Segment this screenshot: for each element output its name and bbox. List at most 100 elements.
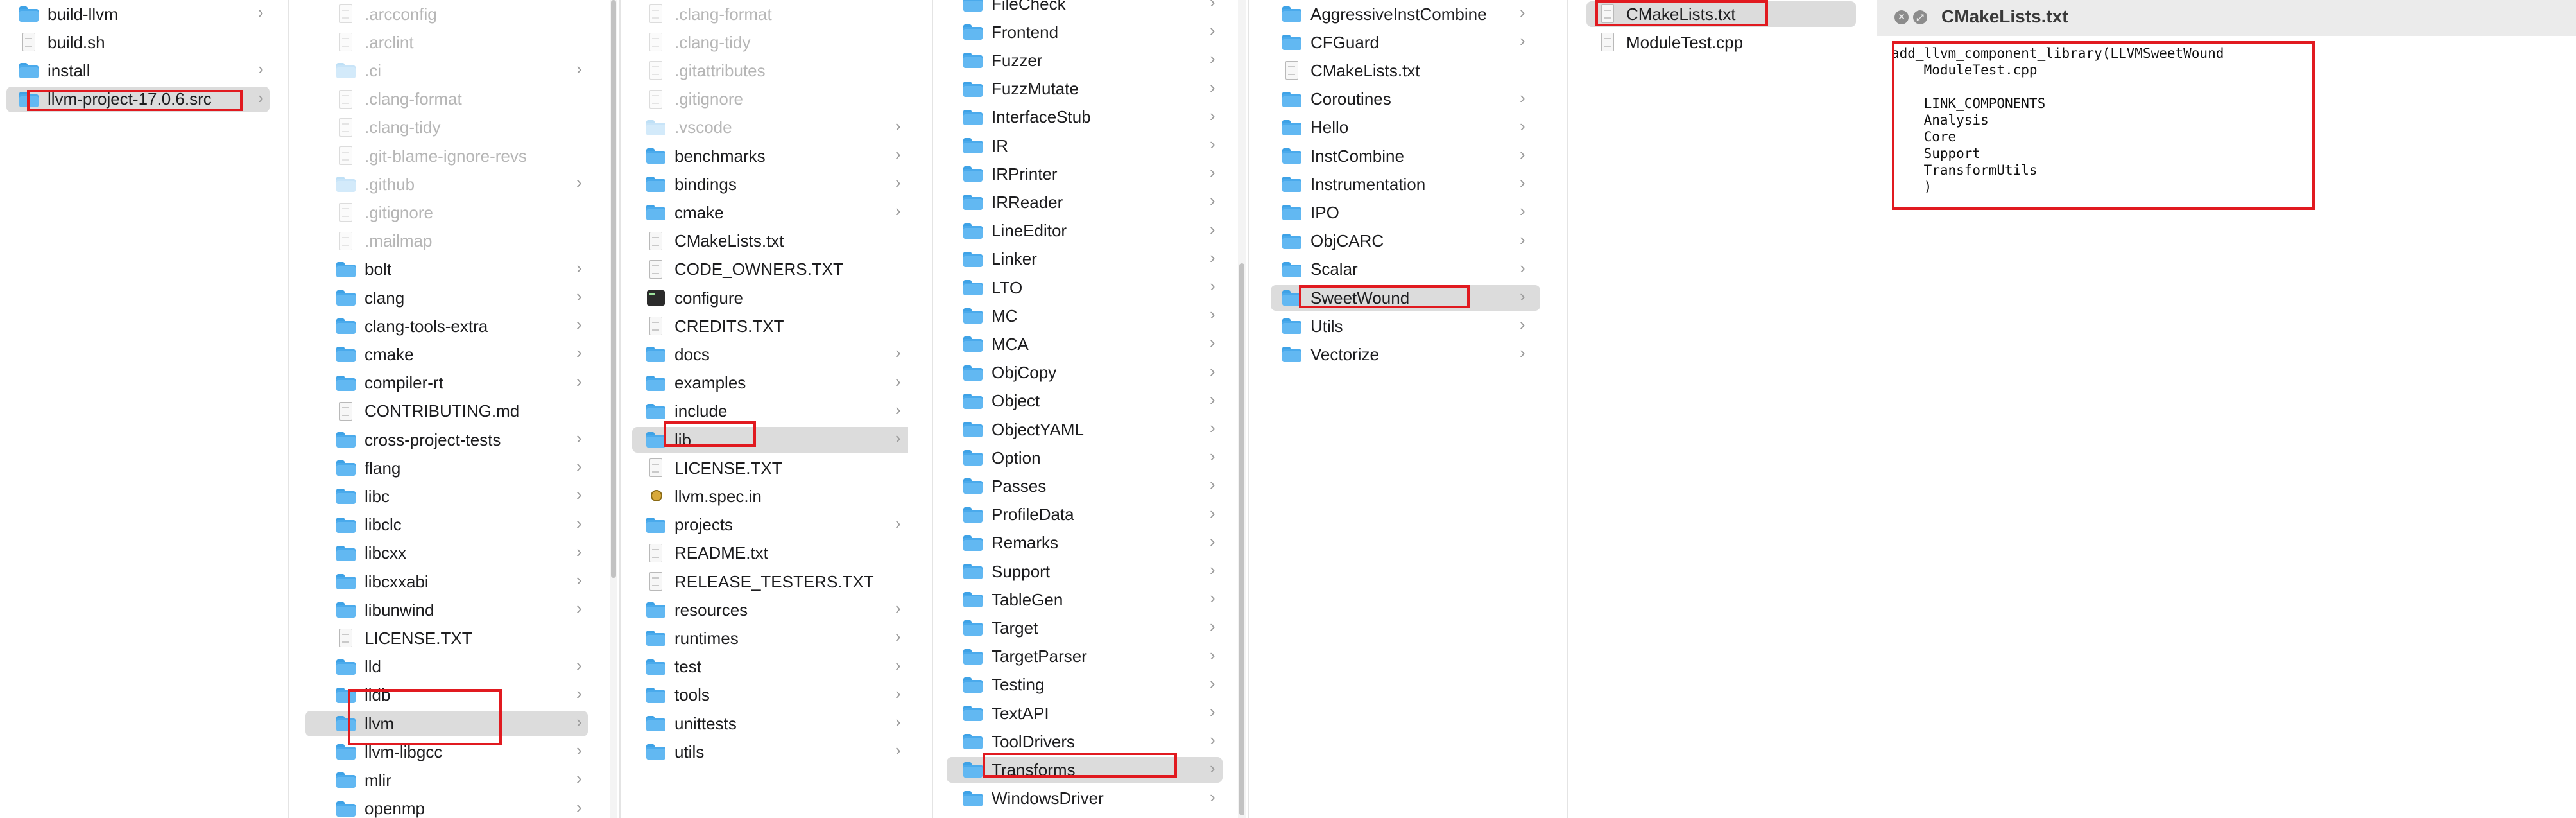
folder-row[interactable]: clang-tools-extra › [305,313,588,339]
folder-row[interactable]: Fuzzer › [947,48,1223,73]
folder-row[interactable]: runtimes › [632,625,908,651]
folder-row[interactable]: IRReader › [947,189,1223,215]
folder-row[interactable]: test › [632,654,908,680]
folder-row[interactable]: MCA › [947,331,1223,357]
folder-row[interactable]: Scalar › [1271,257,1540,283]
folder-row[interactable]: include › [632,399,908,424]
scrollbar-llvm-project[interactable] [610,0,617,818]
folder-row[interactable]: llvm › [305,711,588,736]
scrollbar-lib[interactable] [1238,0,1246,818]
folder-row[interactable]: Target › [947,615,1223,641]
file-row[interactable]: .gitignore [305,200,588,225]
folder-row[interactable]: Vectorize › [1271,342,1540,367]
column-divider[interactable] [932,0,933,818]
file-row[interactable]: ModuleTest.cpp [1586,30,1856,55]
file-row[interactable]: LICENSE.TXT [632,455,908,481]
folder-row[interactable]: Linker › [947,247,1223,272]
folder-row[interactable]: FuzzMutate › [947,76,1223,102]
folder-row[interactable]: Hello › [1271,115,1540,141]
fullscreen-icon[interactable]: ⤢ [1913,10,1927,24]
folder-row[interactable]: libc › [305,483,588,509]
folder-row[interactable]: Support › [947,559,1223,584]
folder-row[interactable]: LTO › [947,275,1223,300]
file-row[interactable]: LICENSE.TXT [305,625,588,651]
file-row[interactable]: llvm.spec.in [632,483,908,509]
folder-row[interactable]: mlir › [305,767,588,793]
folder-row[interactable]: FileCheck › [947,0,1223,17]
folder-row[interactable]: Testing › [947,672,1223,698]
folder-row[interactable]: lib › [632,427,908,453]
folder-row[interactable]: projects › [632,512,908,538]
file-row[interactable]: .arclint [305,30,588,55]
folder-row[interactable]: AggressiveInstCombine › [1271,1,1540,27]
folder-row[interactable]: WindowsDriver › [947,786,1223,812]
folder-row[interactable]: openmp › [305,796,588,818]
file-row[interactable]: .git-blame-ignore-revs [305,143,588,169]
folder-row[interactable]: Coroutines › [1271,87,1540,112]
folder-row[interactable]: ProfileData › [947,502,1223,528]
folder-row[interactable]: .github › [305,171,588,197]
folder-row[interactable]: cmake › [632,200,908,225]
folder-row[interactable]: unittests › [632,711,908,736]
file-row[interactable]: .gitignore [632,87,908,112]
folder-row[interactable]: cross-project-tests › [305,427,588,453]
folder-row[interactable]: Utils › [1271,313,1540,339]
folder-row[interactable]: llvm-project-17.0.6.src › [6,86,270,112]
folder-row[interactable]: Transforms › [947,757,1223,783]
folder-row[interactable]: libcxx › [305,541,588,566]
file-row[interactable]: README.txt [632,541,908,566]
folder-row[interactable]: .ci › [305,58,588,83]
folder-row[interactable]: resources › [632,597,908,623]
folder-row[interactable]: clang › [305,285,588,311]
folder-row[interactable]: .vscode › [632,115,908,141]
folder-row[interactable]: LineEditor › [947,218,1223,244]
file-row[interactable]: CMakeLists.txt [1271,58,1540,83]
folder-row[interactable]: lld › [305,654,588,680]
folder-row[interactable]: examples › [632,370,908,396]
file-row[interactable]: .clang-tidy [305,115,588,141]
folder-row[interactable]: libunwind › [305,597,588,623]
folder-row[interactable]: install › [6,58,270,83]
folder-row[interactable]: Frontend › [947,19,1223,45]
file-row[interactable]: .arcconfig [305,1,588,27]
folder-row[interactable]: ObjectYAML › [947,417,1223,442]
file-row[interactable]: .gitattributes [632,58,908,83]
folder-row[interactable]: Instrumentation › [1271,171,1540,197]
folder-row[interactable]: MC › [947,303,1223,329]
folder-row[interactable]: bindings › [632,171,908,197]
file-row[interactable]: .mailmap [305,229,588,254]
file-row[interactable]: configure [632,285,908,311]
file-row[interactable]: CODE_OWNERS.TXT [632,257,908,283]
column-divider[interactable] [288,0,289,818]
file-row[interactable]: .clang-format [305,87,588,112]
folder-row[interactable]: build-llvm › [6,1,270,27]
folder-row[interactable]: Object › [947,388,1223,414]
folder-row[interactable]: ObjCARC › [1271,229,1540,254]
file-row[interactable]: RELEASE_TESTERS.TXT [632,569,908,595]
file-row[interactable]: CONTRIBUTING.md [305,399,588,424]
file-row[interactable]: CMakeLists.txt [1586,1,1856,27]
folder-row[interactable]: TextAPI › [947,701,1223,726]
folder-row[interactable]: llvm-libgcc › [305,739,588,765]
folder-row[interactable]: docs › [632,342,908,367]
folder-row[interactable]: tools › [632,683,908,708]
folder-row[interactable]: bolt › [305,257,588,283]
folder-row[interactable]: IR › [947,133,1223,159]
folder-row[interactable]: Passes › [947,473,1223,499]
folder-row[interactable]: TargetParser › [947,644,1223,670]
folder-row[interactable]: InterfaceStub › [947,105,1223,130]
folder-row[interactable]: Option › [947,445,1223,471]
folder-row[interactable]: cmake › [305,342,588,367]
column-divider[interactable] [1248,0,1249,818]
folder-row[interactable]: benchmarks › [632,143,908,169]
file-row[interactable]: build.sh [6,30,270,55]
folder-row[interactable]: TableGen › [947,587,1223,613]
folder-row[interactable]: libcxxabi › [305,569,588,595]
folder-row[interactable]: lldb › [305,683,588,708]
file-row[interactable]: .clang-format [632,1,908,27]
close-icon[interactable]: × [1894,10,1909,24]
folder-row[interactable]: SweetWound › [1271,285,1540,311]
column-divider[interactable] [619,0,621,818]
folder-row[interactable]: ObjCopy › [947,360,1223,386]
folder-row[interactable]: CFGuard › [1271,30,1540,55]
